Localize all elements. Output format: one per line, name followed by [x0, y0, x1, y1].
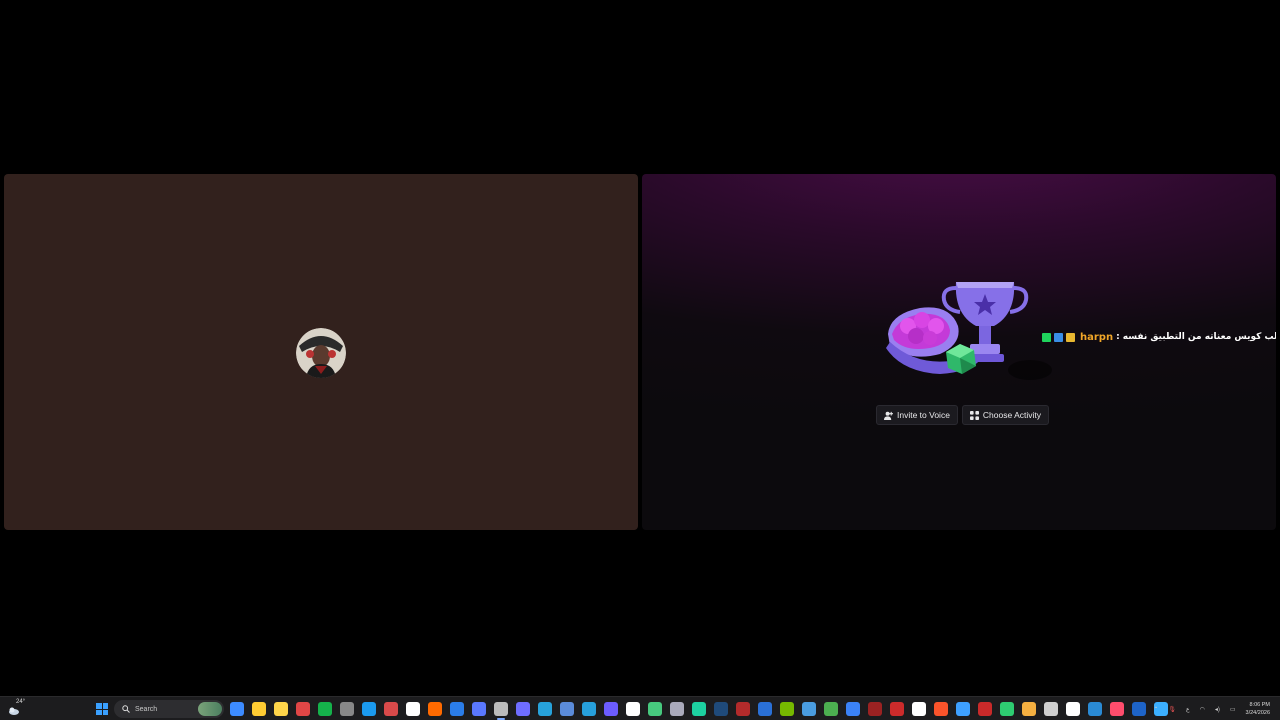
- taskbar-app-icon[interactable]: [318, 702, 332, 716]
- weather-temperature: 24°: [16, 699, 26, 705]
- taskbar-app-icon[interactable]: [912, 702, 926, 716]
- taskbar-app-icon[interactable]: [1110, 702, 1124, 716]
- cloud-icon: [9, 707, 19, 715]
- taskbar-app-icon[interactable]: [802, 702, 816, 716]
- taskbar-app-icon[interactable]: [648, 702, 662, 716]
- voice-call-stage: harpn ﻋﻠﺐ ﻛﻮﻳﺲ ﻣﻌﻨﺎﺗﻪ ﻣﻦ ﺍﻟﺘﻄﺒﻴﻖ ﻧﻔﺴﻪ : …: [0, 0, 1280, 696]
- taskbar-app-icon[interactable]: [494, 702, 508, 720]
- taskbar-app-icon[interactable]: [472, 702, 486, 716]
- taskbar-app-icon[interactable]: [1132, 702, 1146, 716]
- taskbar-app-icon[interactable]: [516, 702, 530, 716]
- weather-widget[interactable]: 24°: [8, 699, 32, 719]
- taskbar-app-icon[interactable]: [274, 702, 288, 716]
- taskbar-app-icon[interactable]: [560, 702, 574, 716]
- taskbar-app-icon[interactable]: [692, 702, 706, 716]
- taskbar-app-icon[interactable]: [406, 702, 420, 716]
- taskbar-app-icon[interactable]: [1000, 702, 1014, 716]
- taskbar-search[interactable]: Search: [114, 700, 224, 718]
- windows-logo-icon: [96, 703, 102, 709]
- status-badge-green: [1042, 332, 1051, 342]
- taskbar-app-icon[interactable]: [362, 702, 376, 716]
- invite-to-voice-button[interactable]: Invite to Voice: [876, 405, 958, 425]
- taskbar-app-icon[interactable]: [758, 702, 772, 716]
- clock[interactable]: 8:06 PM 3/24/2026: [1246, 701, 1270, 717]
- status-message: ﻋﻠﺐ ﻛﻮﻳﺲ ﻣﻌﻨﺎﺗﻪ ﻣﻦ ﺍﻟﺘﻄﺒﻴﻖ ﻧﻔﺴﻪ :: [1116, 332, 1276, 342]
- avatar-image: [296, 328, 346, 378]
- taskbar-app-icon[interactable]: [824, 702, 838, 716]
- battery-icon[interactable]: ▭: [1230, 706, 1236, 713]
- clock-time: 8:06 PM: [1249, 702, 1270, 708]
- search-label: Search: [135, 705, 158, 713]
- search-icon: [122, 705, 130, 713]
- taskbar-app-icon[interactable]: [780, 702, 794, 716]
- taskbar-app-icon[interactable]: [384, 702, 398, 716]
- activity-tile: harpn ﻋﻠﺐ ﻛﻮﻳﺲ ﻣﻌﻨﺎﺗﻪ ﻣﻦ ﺍﻟﺘﻄﺒﻴﻖ ﻧﻔﺴﻪ : …: [642, 174, 1276, 530]
- status-user-name[interactable]: harpn: [1080, 332, 1113, 343]
- taskbar-app-icon[interactable]: [956, 702, 970, 716]
- taskbar-app-icon[interactable]: [252, 702, 266, 716]
- taskbar-app-icon[interactable]: [428, 702, 442, 716]
- taskbar-app-icon[interactable]: [626, 702, 640, 716]
- taskbar-app-icon[interactable]: [1066, 702, 1080, 716]
- taskbar-app-icon[interactable]: [230, 702, 244, 716]
- taskbar-app-icon[interactable]: [1044, 702, 1058, 716]
- taskbar-app-icon[interactable]: [604, 702, 618, 716]
- microphone-icon[interactable]: 🎙: [1168, 706, 1176, 713]
- invite-to-voice-label: Invite to Voice: [897, 410, 950, 420]
- status-badge-blue: [1054, 332, 1063, 342]
- add-user-icon: [884, 411, 893, 420]
- taskbar-app-icon[interactable]: [890, 702, 904, 716]
- volume-icon[interactable]: ◂): [1215, 706, 1220, 713]
- taskbar-app-icon[interactable]: [450, 702, 464, 716]
- activity-illustration: [886, 282, 1052, 380]
- taskbar-app-icons: [230, 702, 1168, 720]
- taskbar-app-icon[interactable]: [340, 702, 354, 716]
- taskbar-app-icon[interactable]: [714, 702, 728, 716]
- taskbar-app-icon[interactable]: [934, 702, 948, 716]
- activity-status: harpn ﻋﻠﺐ ﻛﻮﻳﺲ ﻣﻌﻨﺎﺗﻪ ﻣﻦ ﺍﻟﺘﻄﺒﻴﻖ ﻧﻔﺴﻪ :: [1042, 330, 1276, 344]
- activity-grid-icon: [969, 410, 979, 420]
- wifi-icon[interactable]: ◠: [1200, 706, 1205, 713]
- clock-date: 3/24/2026: [1245, 710, 1270, 716]
- taskbar-app-icon[interactable]: [1088, 702, 1102, 716]
- taskbar-app-icon[interactable]: [296, 702, 310, 716]
- tray-overflow-icon[interactable]: ⌃: [1153, 706, 1158, 713]
- windows-taskbar: 24° Search ⌃ 🎙 ع ◠ ◂) ▭ 8:06 PM 3/24/202…: [0, 696, 1280, 720]
- taskbar-app-icon[interactable]: [868, 702, 882, 716]
- activity-actions: Invite to Voice Choose Activity: [876, 405, 1050, 425]
- participant-avatar[interactable]: [296, 328, 346, 378]
- taskbar-app-icon[interactable]: [582, 702, 596, 716]
- keyboard-language[interactable]: ع: [1186, 706, 1190, 713]
- start-button[interactable]: [96, 703, 108, 715]
- taskbar-app-icon[interactable]: [670, 702, 684, 716]
- system-tray: ⌃ 🎙 ع ◠ ◂) ▭ 8:06 PM 3/24/2026: [1153, 697, 1270, 720]
- taskbar-app-icon[interactable]: [538, 702, 552, 716]
- taskbar-app-icon[interactable]: [1022, 702, 1036, 716]
- search-highlight-image: [198, 702, 222, 716]
- status-badge-yellow: [1066, 332, 1075, 342]
- taskbar-app-icon[interactable]: [846, 702, 860, 716]
- choose-activity-label: Choose Activity: [982, 410, 1042, 420]
- taskbar-app-icon[interactable]: [736, 702, 750, 716]
- taskbar-app-icon[interactable]: [978, 702, 992, 716]
- choose-activity-button[interactable]: Choose Activity: [961, 405, 1050, 425]
